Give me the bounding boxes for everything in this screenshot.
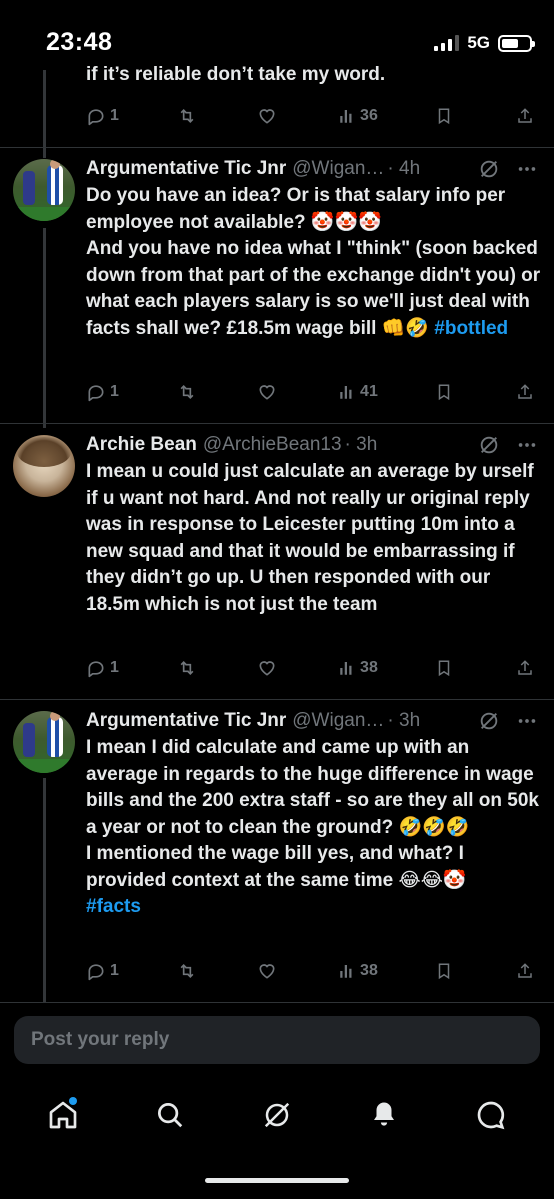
messages-icon	[477, 1101, 504, 1130]
tweet-header-icons	[478, 158, 538, 180]
like-button[interactable]	[257, 658, 281, 678]
share-button[interactable]	[516, 658, 540, 678]
divider	[0, 423, 554, 424]
share-button[interactable]	[516, 106, 540, 126]
like-button[interactable]	[257, 106, 281, 126]
search-icon	[158, 1103, 183, 1128]
bookmark-button[interactable]	[435, 658, 459, 678]
bottom-nav	[0, 1080, 554, 1150]
battery-icon	[498, 34, 535, 52]
network-label: 5G	[467, 33, 490, 52]
reply-button[interactable]: 1	[86, 106, 119, 126]
repost-button[interactable]	[176, 658, 200, 678]
tweet-text: Do you have an idea? Or is that salary i…	[86, 183, 541, 342]
reply-input[interactable]: Post your reply	[14, 1016, 540, 1064]
tweet-actions: 1 38	[86, 656, 540, 680]
tweet-header-icons	[478, 434, 538, 456]
previous-tweet-actions: 1 36	[86, 104, 540, 128]
views-button[interactable]: 38	[338, 962, 378, 980]
tweet-text-content: Do you have an idea? Or is that salary i…	[86, 185, 541, 339]
tweet-actions: 1 38	[86, 959, 540, 983]
reply-button[interactable]: 1	[86, 961, 119, 981]
like-button[interactable]	[257, 961, 281, 981]
tweet-time: · 4h	[387, 158, 421, 179]
author-name[interactable]: Argumentative Tic Jnr	[86, 710, 286, 732]
share-button[interactable]	[516, 382, 540, 402]
more-icon[interactable]	[516, 710, 538, 732]
views-count: 41	[360, 383, 378, 400]
reply-button[interactable]: 1	[86, 382, 119, 402]
hashtag-link[interactable]: #facts	[86, 896, 141, 917]
reply-count: 1	[110, 107, 119, 124]
author-handle[interactable]: @Wigan…	[292, 710, 384, 732]
previous-tweet-text: if it’s reliable don’t take my word.	[86, 64, 386, 85]
bookmark-button[interactable]	[435, 106, 459, 126]
tweet-text: I mean u could just calculate an average…	[86, 459, 541, 618]
grok-icon[interactable]	[478, 158, 500, 180]
repost-button[interactable]	[176, 382, 200, 402]
views-count: 36	[360, 107, 378, 124]
divider	[0, 1002, 554, 1003]
views-button[interactable]: 41	[338, 383, 378, 401]
views-button[interactable]: 38	[338, 659, 378, 677]
tweet-header: Archie Bean @ArchieBean13 · 3h	[86, 434, 377, 456]
bookmark-button[interactable]	[435, 382, 459, 402]
home-indicator	[205, 1178, 349, 1183]
status-time: 23:48	[46, 28, 113, 56]
tweet-text-content: I mean u could just calculate an average…	[86, 461, 534, 615]
thread-line	[43, 228, 46, 428]
more-icon[interactable]	[516, 158, 538, 180]
tweet-actions: 1 41	[86, 380, 540, 404]
divider	[0, 699, 554, 700]
tweet-header-icons	[478, 710, 538, 732]
grok-icon[interactable]	[478, 710, 500, 732]
reply-button[interactable]: 1	[86, 658, 119, 678]
reply-count: 1	[110, 659, 119, 676]
nav-home[interactable]	[43, 1095, 83, 1135]
nav-search[interactable]	[150, 1095, 190, 1135]
avatar[interactable]	[13, 435, 75, 497]
repost-button[interactable]	[176, 961, 200, 981]
views-count: 38	[360, 962, 378, 979]
share-button[interactable]	[516, 961, 540, 981]
repost-button[interactable]	[176, 106, 200, 126]
reply-placeholder: Post your reply	[31, 1029, 170, 1050]
tweet-time: · 3h	[387, 710, 421, 731]
tweet-text-content: I mean I did calculate and came up with …	[86, 737, 540, 891]
reply-count: 1	[110, 383, 119, 400]
author-name[interactable]: Argumentative Tic Jnr	[86, 158, 286, 180]
nav-messages[interactable]	[471, 1095, 511, 1135]
views-button[interactable]: 36	[338, 107, 378, 125]
more-icon[interactable]	[516, 434, 538, 456]
divider	[0, 147, 554, 148]
tweet-header: Argumentative Tic Jnr @Wigan… · 4h	[86, 158, 420, 180]
reply-count: 1	[110, 962, 119, 979]
nav-notifications[interactable]	[364, 1095, 404, 1135]
signal-icon	[434, 35, 460, 51]
tweet-time: · 3h	[344, 434, 378, 455]
views-count: 38	[360, 659, 378, 676]
grok-icon[interactable]	[478, 434, 500, 456]
tweet-text: I mean I did calculate and came up with …	[86, 735, 541, 921]
bookmark-button[interactable]	[435, 961, 459, 981]
avatar[interactable]	[13, 159, 75, 221]
hashtag-link[interactable]: #bottled	[434, 318, 508, 339]
grok-icon	[264, 1102, 290, 1128]
author-name[interactable]: Archie Bean	[86, 434, 197, 456]
status-indicators: 5G	[434, 33, 535, 53]
thread-line	[43, 70, 46, 158]
nav-grok[interactable]	[257, 1095, 297, 1135]
avatar[interactable]	[13, 711, 75, 773]
tweet-header: Argumentative Tic Jnr @Wigan… · 3h	[86, 710, 420, 732]
author-handle[interactable]: @Wigan…	[292, 158, 384, 180]
like-button[interactable]	[257, 382, 281, 402]
notifications-icon	[373, 1102, 394, 1126]
author-handle[interactable]: @ArchieBean13	[203, 434, 342, 456]
thread-line	[43, 778, 46, 1003]
